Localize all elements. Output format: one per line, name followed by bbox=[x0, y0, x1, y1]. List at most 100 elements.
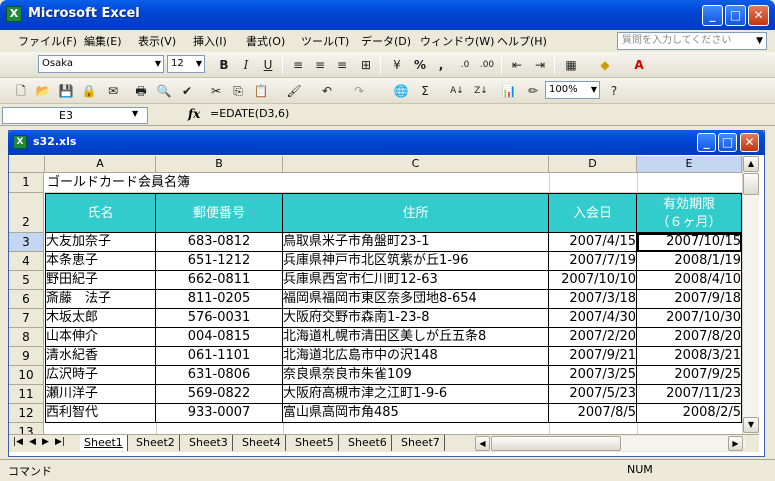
scroll-up-icon[interactable]: ▲ bbox=[743, 156, 759, 172]
font-size-select[interactable]: 12 ▼ bbox=[167, 55, 205, 73]
prev-sheet-icon[interactable]: ◀ bbox=[29, 437, 36, 447]
row-header[interactable]: 8 bbox=[9, 328, 44, 347]
sheet-tab-7[interactable]: Sheet7 bbox=[397, 435, 445, 451]
chart-wizard-icon[interactable]: 📊 bbox=[500, 82, 518, 100]
horizontal-scrollbar[interactable]: ◀ ▶ bbox=[475, 436, 745, 451]
cell-zip[interactable]: 933-0007 bbox=[156, 404, 283, 423]
paste-icon[interactable]: 📋 bbox=[252, 82, 270, 100]
cell-zip[interactable]: 061-1101 bbox=[156, 347, 283, 366]
sheet-tab-6[interactable]: Sheet6 bbox=[344, 435, 392, 451]
cell-address[interactable]: 兵庫県西宮市仁川町12-63 bbox=[283, 271, 549, 290]
chevron-down-icon[interactable]: ▼ bbox=[155, 56, 161, 72]
last-sheet-icon[interactable]: ▶| bbox=[55, 437, 65, 447]
cell-name[interactable]: 本条恵子 bbox=[45, 252, 156, 271]
cell-joined[interactable]: 2007/5/23 bbox=[549, 385, 637, 404]
minimize-button[interactable]: _ bbox=[702, 5, 723, 26]
row-header[interactable]: 7 bbox=[9, 309, 44, 328]
row-header[interactable]: 10 bbox=[9, 366, 44, 385]
cell-expiry[interactable]: 2007/8/20 bbox=[637, 328, 742, 347]
drawing-icon[interactable]: ✏ bbox=[524, 82, 542, 100]
cell-zip[interactable]: 662-0811 bbox=[156, 271, 283, 290]
cell-joined[interactable]: 2007/10/10 bbox=[549, 271, 637, 290]
workbook-close-button[interactable]: ✕ bbox=[740, 133, 759, 152]
sort-ascending-icon[interactable]: A↓ bbox=[448, 82, 466, 100]
cell-zip[interactable]: 651-1212 bbox=[156, 252, 283, 271]
cell-joined[interactable]: 2007/2/20 bbox=[549, 328, 637, 347]
chevron-down-icon[interactable]: ▼ bbox=[132, 109, 138, 118]
hyperlink-icon[interactable]: 🌐 bbox=[392, 82, 410, 100]
cell-joined[interactable]: 2007/8/5 bbox=[549, 404, 637, 423]
sort-descending-icon[interactable]: Z↓ bbox=[472, 82, 490, 100]
cell-zip[interactable]: 811-0205 bbox=[156, 290, 283, 309]
row-header[interactable]: 11 bbox=[9, 385, 44, 404]
cell-address[interactable]: 富山県高岡市角485 bbox=[283, 404, 549, 423]
sheet-tab-2[interactable]: Sheet2 bbox=[132, 435, 180, 451]
row-header[interactable]: 4 bbox=[9, 252, 44, 271]
header-cell-address[interactable]: 住所 bbox=[283, 193, 549, 233]
horizontal-scroll-thumb[interactable] bbox=[491, 436, 621, 451]
cell-zip[interactable]: 683-0812 bbox=[156, 233, 283, 252]
column-header-d[interactable]: D bbox=[549, 156, 637, 173]
excel-app-icon[interactable]: X bbox=[6, 6, 22, 22]
cell-name[interactable]: 瀬川洋子 bbox=[45, 385, 156, 404]
cell-zip[interactable]: 631-0806 bbox=[156, 366, 283, 385]
comma-button[interactable]: , bbox=[432, 56, 450, 74]
cell-joined[interactable]: 2007/3/25 bbox=[549, 366, 637, 385]
sheet-tab-4[interactable]: Sheet4 bbox=[238, 435, 286, 451]
cell-joined[interactable]: 2007/4/15 bbox=[549, 233, 637, 252]
name-box[interactable]: E3 bbox=[2, 107, 148, 124]
undo-icon[interactable]: ↶ bbox=[318, 82, 336, 100]
cell-expiry[interactable]: 2008/2/5 bbox=[637, 404, 742, 423]
cell-expiry-selected[interactable]: 2007/10/15 bbox=[637, 233, 742, 252]
row-header[interactable]: 3 bbox=[9, 233, 44, 252]
cell-address[interactable]: 奈良県奈良市朱雀109 bbox=[283, 366, 549, 385]
chevron-down-icon[interactable]: ▼ bbox=[756, 33, 763, 49]
cell-address[interactable]: 大阪府高槻市津之江町1-9-6 bbox=[283, 385, 549, 404]
copy-icon[interactable]: ⎘ bbox=[229, 82, 247, 100]
menu-format[interactable]: 書式(O) bbox=[246, 33, 285, 49]
column-header-c[interactable]: C bbox=[283, 156, 549, 173]
cell-name[interactable]: 山本伸介 bbox=[45, 328, 156, 347]
header-cell-zip[interactable]: 郵便番号 bbox=[156, 193, 283, 233]
menu-help[interactable]: ヘルプ(H) bbox=[497, 33, 547, 49]
print-icon[interactable]: 🖶 bbox=[132, 82, 150, 100]
cell-name[interactable]: 西利智代 bbox=[45, 404, 156, 423]
menu-view[interactable]: 表示(V) bbox=[138, 33, 176, 49]
cell-address[interactable]: 福岡県福岡市東区奈多団地8-654 bbox=[283, 290, 549, 309]
align-left-icon[interactable]: ≡ bbox=[289, 56, 307, 74]
cell-name[interactable]: 広沢時子 bbox=[45, 366, 156, 385]
sheet-tab-3[interactable]: Sheet3 bbox=[185, 435, 233, 451]
permission-icon[interactable]: 🔒 bbox=[80, 82, 98, 100]
row-header[interactable]: 1 bbox=[9, 173, 44, 193]
cell-name[interactable]: 斎藤 法子 bbox=[45, 290, 156, 309]
cell-expiry[interactable]: 2007/10/30 bbox=[637, 309, 742, 328]
cell-name[interactable]: 木坂太郎 bbox=[45, 309, 156, 328]
table-title-cell[interactable]: ゴールドカード会員名簿 bbox=[47, 174, 190, 192]
save-icon[interactable]: 💾 bbox=[57, 82, 75, 100]
align-center-icon[interactable]: ≡ bbox=[311, 56, 329, 74]
workbook-maximize-button[interactable]: □ bbox=[718, 133, 737, 152]
scroll-right-icon[interactable]: ▶ bbox=[728, 436, 743, 451]
cell-name[interactable]: 清水紀香 bbox=[45, 347, 156, 366]
cell-address[interactable]: 北海道北広島市中の沢148 bbox=[283, 347, 549, 366]
bold-button[interactable]: B bbox=[215, 56, 233, 74]
column-header-b[interactable]: B bbox=[156, 156, 283, 173]
header-cell-joined[interactable]: 入会日 bbox=[549, 193, 637, 233]
new-file-icon[interactable]: 🗋 bbox=[12, 82, 30, 100]
print-preview-icon[interactable]: 🔍 bbox=[155, 82, 173, 100]
cell-address[interactable]: 兵庫県神戸市北区筑紫が丘1-96 bbox=[283, 252, 549, 271]
chevron-down-icon[interactable]: ▼ bbox=[196, 56, 202, 72]
row-header[interactable]: 6 bbox=[9, 290, 44, 309]
email-icon[interactable]: ✉ bbox=[104, 82, 122, 100]
scroll-thumb[interactable] bbox=[743, 173, 759, 195]
cell-name[interactable]: 野田紀子 bbox=[45, 271, 156, 290]
header-cell-expiry[interactable]: 有効期限 （６ヶ月） bbox=[637, 193, 742, 233]
merge-center-icon[interactable]: ⊞ bbox=[357, 56, 375, 74]
sheet-tab-1[interactable]: Sheet1 bbox=[80, 435, 128, 451]
align-right-icon[interactable]: ≡ bbox=[333, 56, 351, 74]
percent-button[interactable]: % bbox=[411, 56, 429, 74]
menu-window[interactable]: ウィンドウ(W) bbox=[420, 33, 494, 49]
insert-function-icon[interactable]: fx bbox=[188, 107, 200, 121]
maximize-button[interactable]: □ bbox=[725, 5, 746, 26]
row-header[interactable]: 5 bbox=[9, 271, 44, 290]
